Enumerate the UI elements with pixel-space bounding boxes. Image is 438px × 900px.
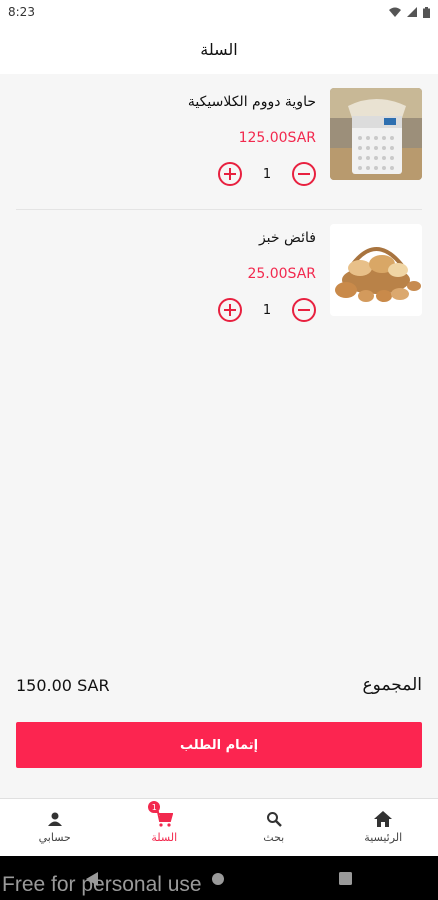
home-icon [374,811,393,827]
nav-label: حسابي [38,831,71,844]
cart-item: فائض خبز 25.00SAR 1 [16,210,422,346]
person-icon [47,812,62,826]
cart-item: حاوية دووم الكلاسيكية 125.00SAR 1 [16,74,422,210]
nav-label: السلة [151,831,178,844]
checkout-button[interactable]: إتمام الطلب [16,722,422,768]
cart-list: حاوية دووم الكلاسيكية 125.00SAR 1 فائض خ… [0,74,438,346]
app-header: السلة [0,24,438,74]
wifi-icon [389,7,401,17]
quantity-value: 1 [262,166,272,182]
quantity-stepper: 1 [218,298,316,322]
total-label: المجموع [362,675,422,695]
decrease-quantity-button[interactable] [292,162,316,186]
nav-label: بحث [263,831,285,844]
battery-icon [423,6,430,18]
bottom-nav: حسابي 1 السلة بحث الرئيسية [0,798,438,856]
quantity-value: 1 [262,302,272,318]
nav-item-account[interactable]: حسابي [0,799,110,856]
bread-basket-icon [330,224,422,316]
decrease-quantity-button[interactable] [292,298,316,322]
item-price: 125.00SAR [238,130,316,146]
home-circle-icon[interactable] [211,872,225,886]
item-price: 25.00SAR [247,266,316,282]
bread-bin-icon [330,88,422,180]
item-name: فائض خبز [258,230,316,246]
cart-icon [155,811,174,827]
item-name: حاوية دووم الكلاسيكية [187,94,316,110]
recents-icon[interactable] [339,872,352,885]
quantity-stepper: 1 [218,162,316,186]
nav-item-search[interactable]: بحث [219,799,329,856]
status-time: 8:23 [8,5,35,19]
status-bar: 8:23 [0,0,438,24]
search-icon [266,812,282,827]
nav-item-home[interactable]: الرئيسية [329,799,438,856]
page-title: السلة [200,39,238,59]
signal-icon [407,7,417,17]
nav-item-cart[interactable]: 1 السلة [110,799,220,856]
watermark-text: Free for personal use [2,873,202,896]
nav-label: الرئيسية [364,831,403,844]
total-value: 150.00 SAR [16,675,110,695]
cart-total: 150.00 SAR المجموع [16,672,422,698]
increase-quantity-button[interactable] [218,162,242,186]
increase-quantity-button[interactable] [218,298,242,322]
